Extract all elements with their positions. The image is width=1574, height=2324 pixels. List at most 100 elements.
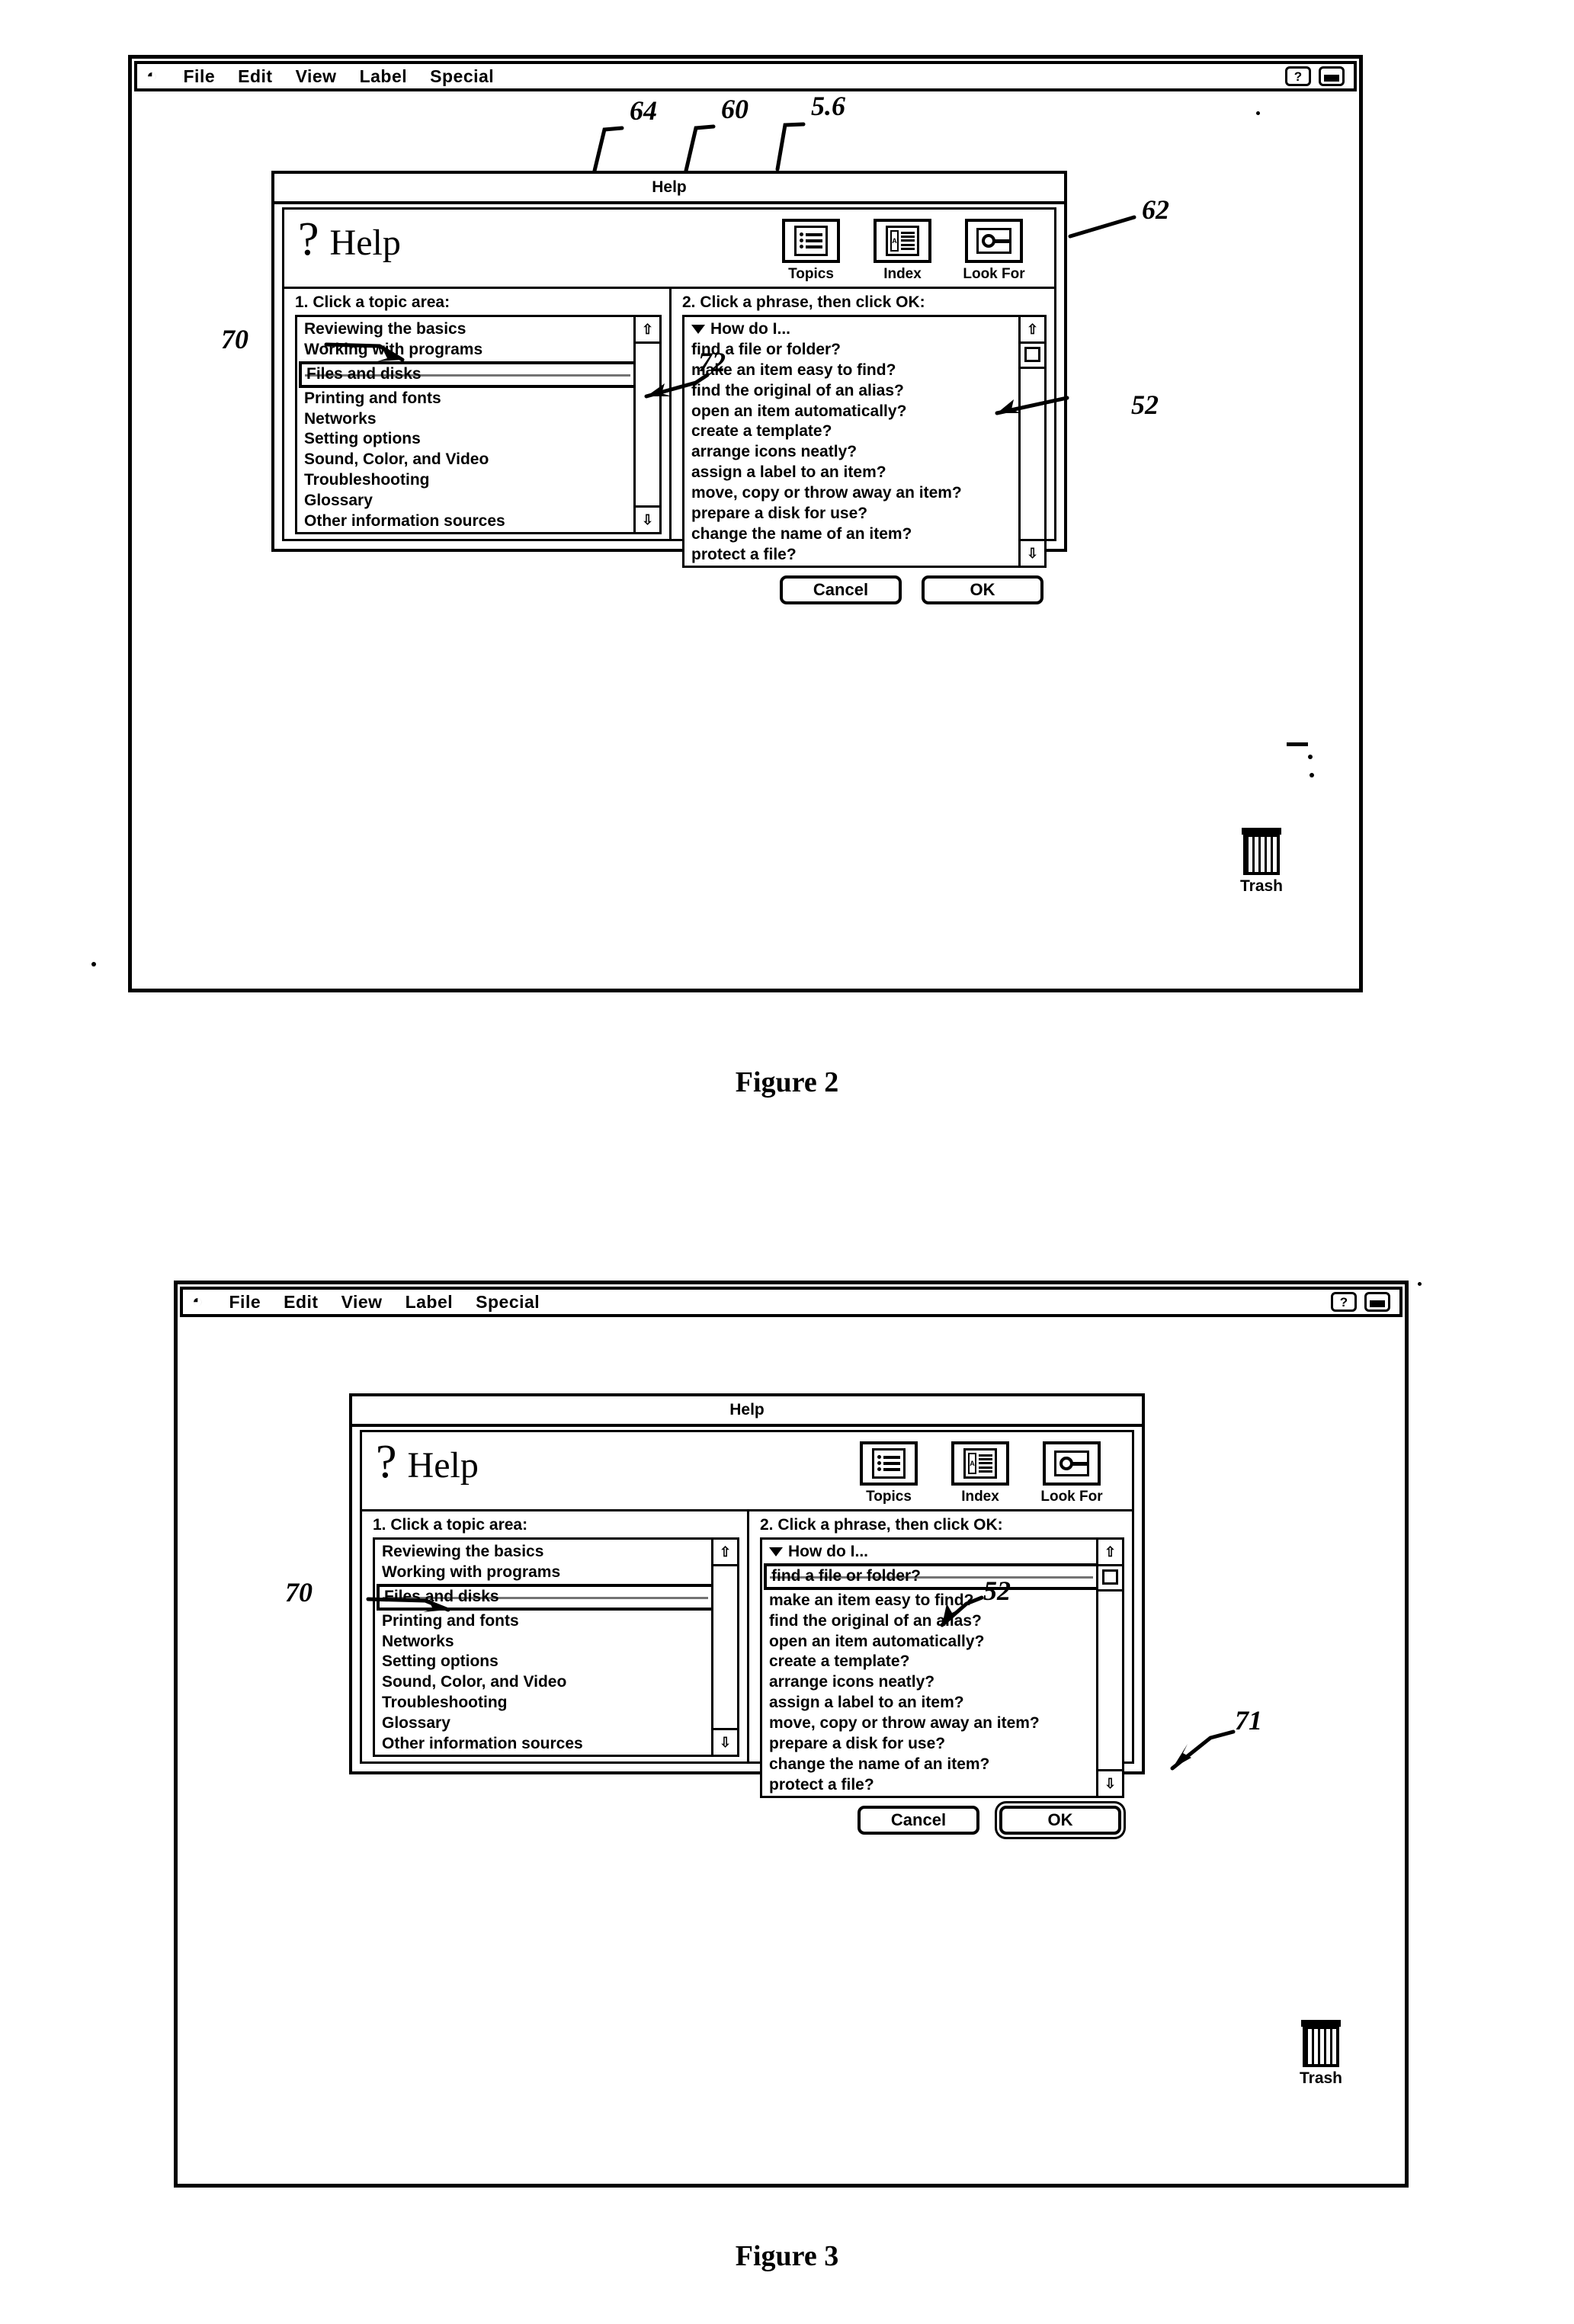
phrase-list-root[interactable]: How do I... — [689, 319, 1018, 340]
list-item[interactable]: Printing and fonts — [380, 1611, 711, 1632]
scroll-up-arrow-icon[interactable]: ⇧ — [1021, 317, 1044, 344]
phrase-list-scrollbar[interactable]: ⇧ ⇩ — [1018, 317, 1044, 566]
cancel-button[interactable]: Cancel — [858, 1805, 979, 1835]
menu-item-file[interactable]: File — [184, 66, 216, 87]
scroll-track[interactable] — [1021, 369, 1044, 539]
menu-item-edit[interactable]: Edit — [284, 1292, 318, 1313]
scroll-thumb[interactable] — [1021, 344, 1044, 369]
list-item-selected[interactable]: find a file or folder? — [764, 1563, 1096, 1590]
list-item[interactable]: find the original of an alias? — [689, 381, 1018, 402]
application-switcher-icon[interactable] — [1364, 1292, 1390, 1312]
list-item[interactable]: make an item easy to find? — [767, 1591, 1096, 1611]
topics-button[interactable]: Topics — [778, 219, 844, 283]
menu-item-view[interactable]: View — [341, 1292, 383, 1313]
topic-list[interactable]: Reviewing the basics Working with progra… — [373, 1537, 739, 1757]
apple-icon[interactable]: ◔ — [192, 1291, 204, 1313]
list-item[interactable]: Reviewing the basics — [380, 1542, 711, 1563]
list-item[interactable]: assign a label to an item? — [767, 1693, 1096, 1713]
list-item[interactable]: move, copy or throw away an item? — [689, 483, 1018, 504]
topic-list-scrollbar[interactable]: ⇧ ⇩ — [711, 1540, 737, 1755]
trash[interactable]: Trash — [1220, 828, 1303, 896]
menu-item-view[interactable]: View — [296, 66, 337, 87]
menu-bar-fig3[interactable]: ◔ File Edit View Label Special ? — [180, 1287, 1402, 1317]
phrase-list[interactable]: How do I... find a file or folder? make … — [760, 1537, 1124, 1798]
help-question-icon[interactable]: ? — [1331, 1292, 1357, 1312]
trash-can-icon[interactable] — [1301, 2020, 1341, 2067]
phrase-list-scrollbar[interactable]: ⇧ ⇩ — [1096, 1540, 1122, 1796]
list-item[interactable]: protect a file? — [689, 545, 1018, 566]
scroll-up-arrow-icon[interactable]: ⇧ — [713, 1540, 737, 1566]
list-item[interactable]: Reviewing the basics — [302, 319, 633, 340]
list-item[interactable]: find the original of an alias? — [767, 1611, 1096, 1632]
list-item[interactable]: create a template? — [767, 1652, 1096, 1672]
list-item[interactable]: Working with programs — [380, 1563, 711, 1583]
list-item-selected[interactable]: Files and disks — [377, 1583, 711, 1611]
list-item[interactable]: Sound, Color, and Video — [302, 450, 633, 470]
topic-list[interactable]: Reviewing the basics Working with progra… — [295, 315, 662, 534]
disclosure-triangle-icon[interactable] — [769, 1547, 783, 1557]
scroll-down-arrow-icon[interactable]: ⇩ — [713, 1727, 737, 1755]
list-item[interactable]: Troubleshooting — [380, 1693, 711, 1713]
list-item[interactable]: change the name of an item? — [689, 524, 1018, 545]
scroll-thumb[interactable] — [1098, 1566, 1122, 1592]
list-item[interactable]: Networks — [380, 1632, 711, 1652]
list-item[interactable]: Working with programs — [302, 340, 633, 361]
trash-can-icon[interactable] — [1242, 828, 1281, 875]
list-item[interactable]: prepare a disk for use? — [689, 504, 1018, 524]
topics-button[interactable]: Topics — [856, 1441, 922, 1505]
index-button[interactable]: A Index — [870, 219, 935, 283]
list-item[interactable]: move, copy or throw away an item? — [767, 1713, 1096, 1734]
menu-item-label[interactable]: Label — [360, 66, 408, 87]
apple-icon[interactable]: ◔ — [146, 66, 158, 87]
menu-item-file[interactable]: File — [229, 1292, 261, 1313]
index-button[interactable]: A Index — [947, 1441, 1013, 1505]
menu-item-edit[interactable]: Edit — [238, 66, 272, 87]
list-item[interactable]: assign a label to an item? — [689, 463, 1018, 483]
list-item[interactable]: Setting options — [380, 1652, 711, 1672]
list-item[interactable]: open an item automatically? — [767, 1632, 1096, 1652]
help-window-fig2[interactable]: Help ? Help Topics A Index Look For 1. C… — [271, 171, 1067, 604]
list-item[interactable]: Printing and fonts — [302, 389, 633, 409]
help-window-fig3[interactable]: Help ? Help Topics A Index Look For 1. C… — [349, 1393, 1145, 1835]
look-for-button[interactable]: Look For — [1039, 1441, 1104, 1505]
application-switcher-icon[interactable] — [1319, 66, 1345, 86]
scroll-track[interactable] — [636, 344, 659, 505]
list-item[interactable]: Networks — [302, 409, 633, 430]
look-for-button[interactable]: Look For — [961, 219, 1027, 283]
scroll-up-arrow-icon[interactable]: ⇧ — [1098, 1540, 1122, 1566]
ok-button[interactable]: OK — [999, 1805, 1121, 1835]
menu-bar-fig2[interactable]: ◔ File Edit View Label Special ? — [134, 61, 1357, 91]
list-item[interactable]: Other information sources — [302, 511, 633, 532]
menu-item-special[interactable]: Special — [430, 66, 494, 87]
scroll-track[interactable] — [713, 1566, 737, 1728]
list-item[interactable]: Sound, Color, and Video — [380, 1672, 711, 1693]
phrase-list-root[interactable]: How do I... — [767, 1542, 1096, 1563]
list-item[interactable]: open an item automatically? — [689, 402, 1018, 422]
phrase-list[interactable]: How do I... find a file or folder? make … — [682, 315, 1047, 568]
topic-list-scrollbar[interactable]: ⇧ ⇩ — [633, 317, 659, 532]
scroll-down-arrow-icon[interactable]: ⇩ — [1098, 1768, 1122, 1796]
cancel-button[interactable]: Cancel — [780, 575, 902, 604]
menu-item-label[interactable]: Label — [406, 1292, 454, 1313]
scroll-down-arrow-icon[interactable]: ⇩ — [636, 505, 659, 532]
list-item[interactable]: protect a file? — [767, 1775, 1096, 1796]
list-item[interactable]: Glossary — [380, 1713, 711, 1734]
list-item[interactable]: create a template? — [689, 422, 1018, 442]
disclosure-triangle-icon[interactable] — [691, 325, 705, 335]
scroll-down-arrow-icon[interactable]: ⇩ — [1021, 538, 1044, 566]
list-item[interactable]: Troubleshooting — [302, 470, 633, 491]
help-question-icon[interactable]: ? — [1285, 66, 1311, 86]
list-item[interactable]: Glossary — [302, 491, 633, 511]
list-item[interactable]: prepare a disk for use? — [767, 1734, 1096, 1755]
list-item[interactable]: Setting options — [302, 429, 633, 450]
list-item[interactable]: arrange icons neatly? — [767, 1672, 1096, 1693]
list-item[interactable]: Other information sources — [380, 1734, 711, 1755]
scroll-track[interactable] — [1098, 1592, 1122, 1769]
menu-item-special[interactable]: Special — [476, 1292, 540, 1313]
list-item[interactable]: make an item easy to find? — [689, 361, 1018, 381]
list-item-selected[interactable]: Files and disks — [299, 361, 633, 388]
list-item[interactable]: arrange icons neatly? — [689, 442, 1018, 463]
scroll-up-arrow-icon[interactable]: ⇧ — [636, 317, 659, 344]
trash[interactable]: Trash — [1279, 2020, 1363, 2088]
ok-button[interactable]: OK — [922, 575, 1043, 604]
